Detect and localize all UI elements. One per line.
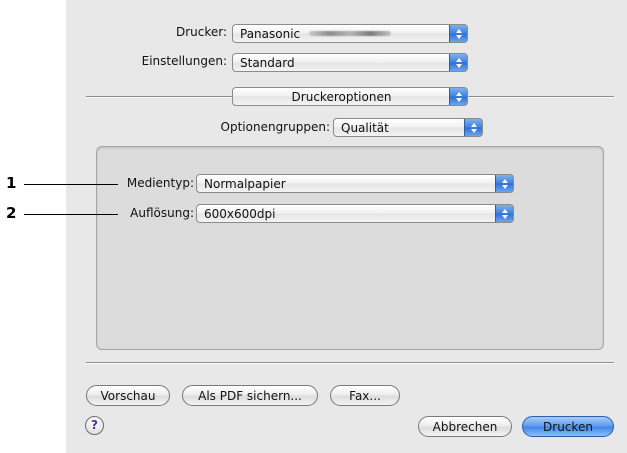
media-type-label: Medientyp: — [126, 176, 194, 190]
help-icon[interactable]: ? — [85, 416, 104, 435]
printer-popup[interactable]: Panasonic — [232, 24, 468, 43]
option-groups-label: Optionengruppen: — [220, 120, 330, 134]
printer-label: Drucker: — [175, 25, 227, 39]
printer-name-redacted — [309, 31, 391, 36]
presets-popup[interactable]: Standard — [232, 53, 468, 72]
popup-stepper-icon — [464, 119, 482, 136]
resolution-popup[interactable]: 600x600dpi — [196, 204, 514, 223]
cancel-button[interactable]: Abbrechen — [418, 416, 512, 437]
resolution-value: 600x600dpi — [204, 207, 276, 221]
media-type-value: Normalpapier — [204, 177, 286, 191]
panel-menu-popup[interactable]: Druckeroptionen — [232, 87, 468, 106]
print-button[interactable]: Drucken — [522, 416, 614, 437]
popup-stepper-icon — [495, 175, 513, 192]
resolution-label: Auflösung: — [130, 206, 194, 220]
separator-top-left — [86, 96, 232, 98]
popup-stepper-icon — [449, 88, 467, 105]
preview-button[interactable]: Vorschau — [86, 385, 170, 406]
media-type-popup[interactable]: Normalpapier — [196, 174, 514, 193]
separator-bottom — [86, 362, 614, 364]
presets-value: Standard — [240, 56, 295, 70]
popup-stepper-icon — [449, 25, 467, 42]
separator-top-right — [468, 96, 614, 98]
option-groups-value: Qualität — [341, 121, 389, 135]
callout-2: 2 — [6, 204, 17, 222]
save-as-pdf-button[interactable]: Als PDF sichern... — [182, 385, 318, 406]
popup-stepper-icon — [495, 205, 513, 222]
callout-1: 1 — [6, 174, 17, 192]
fax-button[interactable]: Fax... — [330, 385, 400, 406]
popup-stepper-icon — [449, 54, 467, 71]
callout-2-line — [24, 214, 118, 215]
option-groups-popup[interactable]: Qualität — [333, 118, 483, 137]
panel-menu-value: Druckeroptionen — [291, 90, 392, 104]
printer-value: Panasonic — [240, 27, 301, 41]
presets-label: Einstellungen: — [141, 54, 227, 68]
callout-1-line — [24, 184, 118, 185]
